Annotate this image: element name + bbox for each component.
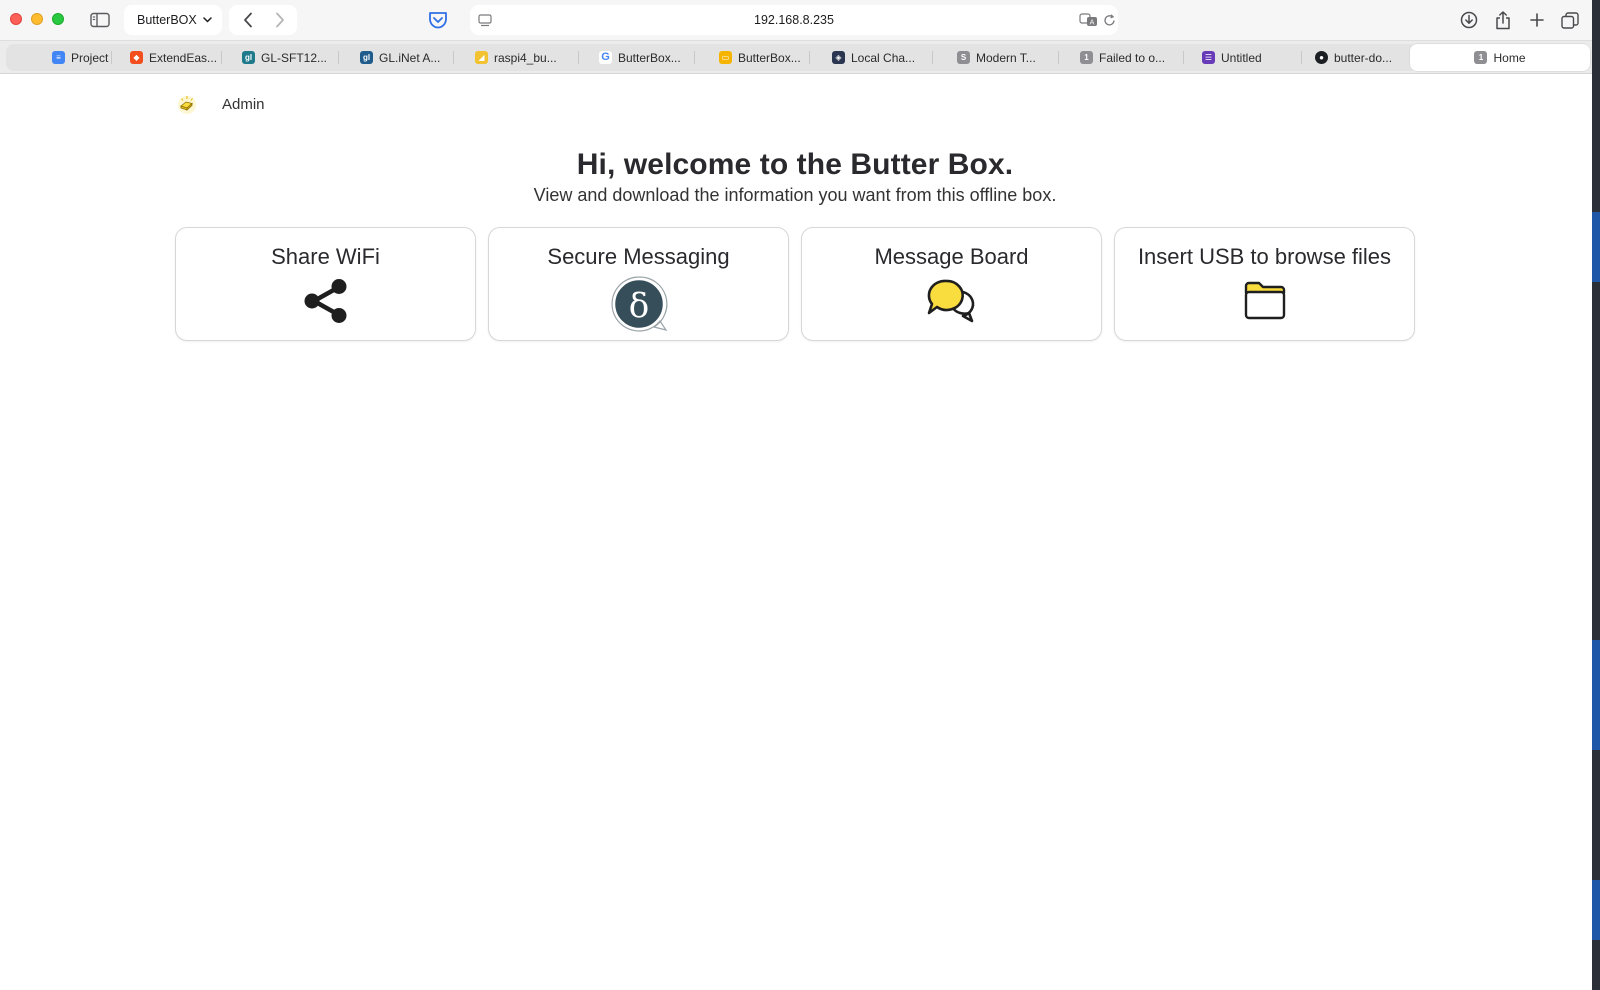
tab-separator — [111, 51, 112, 64]
share-icon — [304, 279, 346, 323]
google-icon: G — [599, 51, 612, 64]
tab-separator — [1301, 51, 1302, 64]
figma-icon: ◆ — [130, 51, 143, 64]
browser-tab[interactable]: ◈ Local Cha... — [826, 44, 933, 71]
background-window-edge — [1592, 0, 1600, 990]
browser-tab-label: ButterBox... — [618, 50, 681, 65]
browser-tab[interactable]: ◢ raspi4_bu... — [469, 44, 579, 71]
usb-files-card[interactable]: Insert USB to browse files — [1114, 227, 1415, 341]
back-arrow-icon[interactable] — [238, 8, 258, 32]
chat-bubbles-icon — [927, 279, 974, 323]
admin-link[interactable]: Admin — [176, 93, 265, 115]
s-icon: S — [957, 51, 970, 64]
browser-tab-label: Failed to o... — [1099, 50, 1166, 65]
browser-tab-label: Home — [1493, 50, 1526, 65]
reload-icon[interactable] — [1101, 8, 1117, 32]
delta-chat-icon: δ — [610, 276, 667, 332]
minimize-window-button[interactable] — [31, 13, 43, 25]
tab-separator — [1183, 51, 1184, 64]
browser-tab[interactable]: G ButterBox... — [593, 44, 695, 71]
svg-text:δ: δ — [628, 286, 648, 326]
browser-tab[interactable]: ☰ Untitled — [1196, 44, 1302, 71]
tab-group-selector[interactable]: ButterBOX — [124, 5, 222, 35]
admin-label: Admin — [222, 95, 265, 113]
browser-tab-label: ButterBox... — [738, 50, 801, 65]
github-icon: ● — [1315, 51, 1328, 64]
card-title: Insert USB to browse files — [1137, 244, 1392, 269]
browser-tab[interactable]: ▭ ButterBox... — [713, 44, 810, 71]
browser-tab-label: Modern T... — [976, 50, 1036, 65]
browser-tab[interactable]: S Modern T... — [951, 44, 1059, 71]
forward-arrow-icon[interactable] — [270, 8, 290, 32]
card-title: Share WiFi — [271, 244, 380, 269]
pocket-icon[interactable] — [426, 8, 450, 32]
browser-tab-label: butter-do... — [1334, 50, 1393, 65]
folder-icon — [1244, 281, 1285, 320]
forms-icon: ☰ — [1202, 51, 1215, 64]
butter-icon: ◢ — [475, 51, 488, 64]
tab-group-name: ButterBOX — [137, 13, 197, 27]
tab-separator — [809, 51, 810, 64]
share-wifi-card[interactable]: Share WiFi — [175, 227, 476, 341]
tab-strip: ≡ Project ◆ ExtendEas... gl GL-SFT12... gl GL.i… — [6, 44, 1590, 71]
share-sheet-icon[interactable] — [1492, 8, 1514, 32]
close-window-button[interactable] — [10, 13, 22, 25]
welcome-header: Hi, welcome to the Butter Box. View and … — [0, 148, 1590, 206]
address-text: 192.168.8.235 — [754, 13, 834, 27]
app-icon: ◈ — [832, 51, 845, 64]
browser-tab[interactable]: ◆ ExtendEas... — [124, 44, 222, 71]
browser-tab[interactable]: gl GL.iNet A... — [354, 44, 454, 71]
glinet-icon: gl — [242, 51, 255, 64]
message-board-card[interactable]: Message Board — [801, 227, 1102, 341]
browser-tab[interactable]: 1 Failed to o... — [1074, 44, 1184, 71]
tab-separator — [694, 51, 695, 64]
feature-cards: Share WiFi Secure Messaging δ Message Bo… — [175, 227, 1415, 341]
tab-separator — [578, 51, 579, 64]
downloads-icon[interactable] — [1458, 8, 1480, 32]
translate-icon[interactable]: A — [1078, 8, 1100, 32]
card-title: Message Board — [874, 244, 1029, 269]
svg-text:A: A — [1090, 19, 1095, 27]
browser-tab-label: raspi4_bu... — [494, 50, 557, 65]
address-bar[interactable]: 192.168.8.235 — [470, 5, 1118, 35]
tab-separator — [932, 51, 933, 64]
browser-tab-label: Local Cha... — [851, 50, 916, 65]
new-tab-icon[interactable] — [1526, 8, 1548, 32]
number-1-icon: 1 — [1080, 51, 1093, 64]
tab-bar: ≡ Project ◆ ExtendEas... gl GL-SFT12... gl GL.i… — [0, 40, 1600, 74]
sidebar-toggle-icon[interactable] — [88, 8, 112, 32]
browser-tab[interactable]: ≡ Project — [46, 44, 112, 71]
slides-icon: ▭ — [719, 51, 732, 64]
browser-tab-label: GL-SFT12... — [261, 50, 328, 65]
tab-separator — [221, 51, 222, 64]
browser-tab[interactable]: gl GL-SFT12... — [236, 44, 339, 71]
page-subtitle: View and download the information you wa… — [533, 185, 1057, 205]
glinet-icon: gl — [360, 51, 373, 64]
tab-separator — [338, 51, 339, 64]
butter-logo-icon — [178, 96, 196, 114]
chevron-down-icon — [203, 17, 212, 23]
browser-tab-label: ExtendEas... — [149, 50, 218, 65]
browser-tab-label: GL.iNet A... — [379, 50, 441, 65]
card-title: Secure Messaging — [547, 244, 730, 269]
zoom-window-button[interactable] — [52, 13, 64, 25]
page-title: Hi, welcome to the Butter Box. — [576, 148, 1014, 181]
secure-messaging-card[interactable]: Secure Messaging δ — [488, 227, 789, 341]
docs-icon: ≡ — [52, 51, 65, 64]
browser-tab-label: Project — [71, 50, 109, 65]
browser-tab[interactable]: 1 Home — [1410, 44, 1590, 71]
tab-separator — [1058, 51, 1059, 64]
browser-tab[interactable]: ● butter-do... — [1309, 44, 1409, 71]
number-1-icon: 1 — [1474, 51, 1488, 64]
tab-separator — [453, 51, 454, 64]
tab-overview-icon[interactable] — [1559, 8, 1581, 32]
browser-tab-label: Untitled — [1221, 50, 1262, 65]
page-menu-icon[interactable] — [476, 8, 494, 32]
browser-toolbar: ButterBOX 192.168.8.235 A — [0, 0, 1600, 40]
